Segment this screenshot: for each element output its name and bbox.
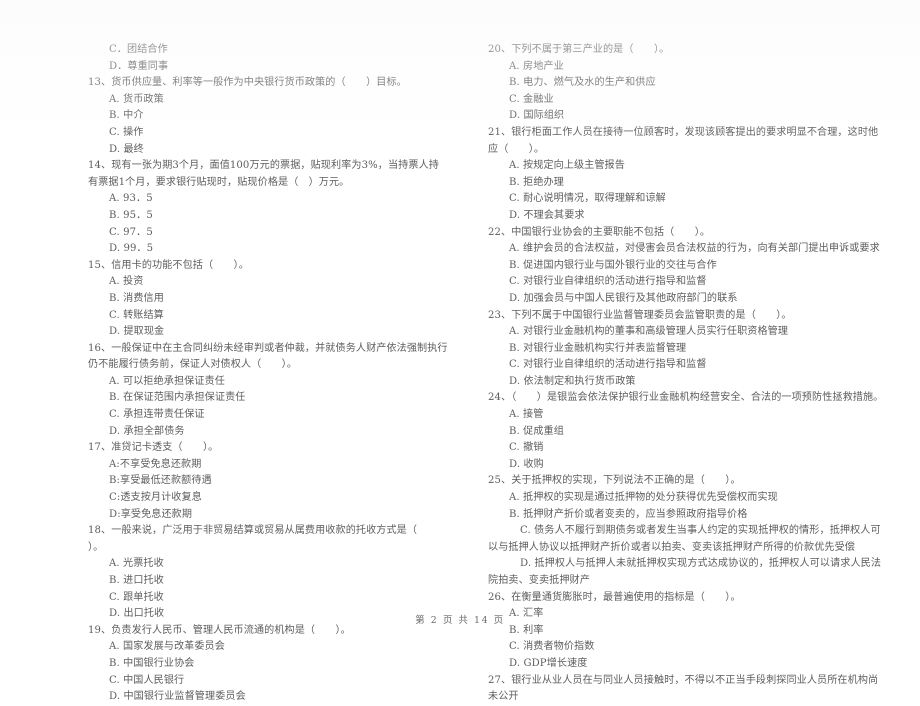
option-item: D. 国际组织 <box>509 110 565 122</box>
question-stem: 25、关于抵押权的实现，下列说法不正确的是（ ）。 <box>488 475 741 487</box>
option-item: A. 光票托收 <box>109 558 164 570</box>
option-item: A. 对银行业金融机构的董事和高级管理人员实行任职资格管理 <box>509 326 789 338</box>
question-block-q26: 26、在衡量通货膨胀时，最普遍使用的指标是（ ）。 A. 汇率 B. 利率 C.… <box>488 590 888 673</box>
right-column: 20、下列不属于第三产业的是（ ）。 A. 房地产业 B. 电力、燃气及水的生产… <box>488 42 888 706</box>
question-block-q21: 21、银行柜面工作人员在接待一位顾客时，发现该顾客提出的要求明显不合理，这时他应… <box>488 125 888 225</box>
question-stem: 16、一般保证中在主合同纠纷未经审判或者仲裁，并就债务人财产依法强制执行仍不能履… <box>88 342 448 371</box>
option-item: D. 最终 <box>109 143 144 155</box>
option-item: D. 提取现金 <box>109 326 165 338</box>
option-item: C. 撤销 <box>509 442 544 454</box>
option-item: D. GDP增长速度 <box>509 657 588 669</box>
question-block-q27: 27、银行业从业人员在与同业人员接触时，不得以不正当手段刺探同业人员所在机构尚未… <box>488 673 888 706</box>
question-stem: 21、银行柜面工作人员在接待一位顾客时，发现该顾客提出的要求明显不合理，这时他应… <box>488 126 879 155</box>
option-item: C. 中国人民银行 <box>109 674 185 686</box>
left-column: C．团结合作 D．尊重同事 13、货币供应量、利率等一般作为中央银行货币政策的（… <box>88 42 448 706</box>
question-stem: 17、准贷记卡透支（ ）。 <box>88 442 219 454</box>
option-item: A. 接管 <box>509 409 544 421</box>
scanned-page: C．团结合作 D．尊重同事 13、货币供应量、利率等一般作为中央银行货币政策的（… <box>0 0 920 702</box>
option-item: D. 承担全部债务 <box>109 425 185 437</box>
option-item: C. 金融业 <box>509 93 554 105</box>
option-item: A. 国家发展与改革委员会 <box>109 641 225 653</box>
question-stem: 26、在衡量通货膨胀时，最普遍使用的指标是（ ）。 <box>488 591 741 603</box>
option-item: C. 对银行业自律组织的活动进行指导和监督 <box>509 359 707 371</box>
question-block-q23: 23、下列不属于中国银行业监督管理委员会监管职责的是（ ）。 A. 对银行业金融… <box>488 308 888 391</box>
question-stem: 13、货币供应量、利率等一般作为中央银行货币政策的（ ）目标。 <box>88 77 407 89</box>
option-item: B. 促进国内银行业与国外银行业的交往与合作 <box>509 259 717 271</box>
option-item: B. 中介 <box>109 110 144 122</box>
option-item: C. 债务人不履行到期债务或者发生当事人约定的实现抵押权的情形，抵押权人可以与抵… <box>488 525 881 553</box>
option-item: D. 依法制定和执行货币政策 <box>509 375 636 387</box>
question-block-q15: 15、信用卡的功能不包括（ ）。 A. 投资 B. 消费信用 C. 转账结算 D… <box>88 258 448 341</box>
option-item: A. 房地产业 <box>509 60 564 72</box>
option-item: C. 对银行业自律组织的活动进行指导和监督 <box>509 276 707 288</box>
option-item: B. 95．5 <box>109 209 153 221</box>
option-item: C. 转账结算 <box>109 309 164 321</box>
question-stem: 18、一般来说，广泛用于非贸易结算或贸易从属费用收款的托收方式是（ ）。 <box>88 525 438 553</box>
question-block-q22: 22、中国银行业协会的主要职能不包括（ ）。 A. 维护会员的合法权益，对侵害会… <box>488 225 888 308</box>
option-item: B:享受最低还款额待遇 <box>109 475 212 487</box>
option-item: D. 抵押权人与抵押人未就抵押权实现方式达成协议的，抵押权人可以请求人民法院拍卖… <box>488 558 882 586</box>
option-item: C. 耐心说明情况，取得理解和谅解 <box>509 193 666 205</box>
question-stem: 24、（ ）是银监会依法保护银行业金融机构经营安全、合法的一项预防性拯救措施。 <box>488 392 884 404</box>
question-block-q13: 13、货币供应量、利率等一般作为中央银行货币政策的（ ）目标。 A. 货币政策 … <box>88 75 448 158</box>
option-item: B. 中国银行业协会 <box>109 657 195 669</box>
question-block-q25: 25、关于抵押权的实现，下列说法不正确的是（ ）。 A. 抵押权的实现是通过抵押… <box>488 473 888 589</box>
question-block-q17: 17、准贷记卡透支（ ）。 A:不享受免息还款期 B:享受最低还款额待遇 C:透… <box>88 440 448 523</box>
question-stem: 22、中国银行业协会的主要职能不包括（ ）。 <box>488 226 711 238</box>
page-footer: 第 2 页 共 14 页 <box>415 615 505 626</box>
question-stem: 14、现有一张为期3个月，面值100万元的票据，贴现利率为3%，当持票人持有票据… <box>88 160 439 188</box>
option-item: A:不享受免息还款期 <box>109 458 202 470</box>
option-item: A. 抵押权的实现是通过抵押物的处分获得优先受偿权而实现 <box>509 492 778 504</box>
question-stem: 20、下列不属于第三产业的是（ ）。 <box>488 44 670 55</box>
option-item: B. 促成重组 <box>509 425 564 437</box>
option-item: C. 承担连带责任保证 <box>109 409 205 421</box>
option-item: A. 可以拒绝承担保证责任 <box>109 375 225 387</box>
question-stem: 27、银行业从业人员在与同业人员接触时，不得以不正当手段刺探同业人员所在机构尚未… <box>488 674 879 703</box>
option-item: D. 收购 <box>509 458 544 470</box>
option-item: B. 进口托收 <box>109 575 164 586</box>
option-item: C. 消费者物价指数 <box>509 641 595 653</box>
option-item: D. 加强会员与中国人民银行及其他政府部门的联系 <box>509 292 738 304</box>
question-block-q19: 19、负责发行人民币、管理人民币流通的机构是（ ）。 A. 国家发展与改革委员会… <box>88 623 448 706</box>
option-item: A. 93．5 <box>109 193 153 205</box>
option-item: B. 在保证范围内承担保证责任 <box>109 392 246 404</box>
option-item: C．团结合作 <box>109 44 168 55</box>
question-block-q16: 16、一般保证中在主合同纠纷未经审判或者仲裁，并就债务人财产依法强制执行仍不能履… <box>88 341 448 441</box>
question-block-q24: 24、（ ）是银监会依法保护银行业金融机构经营安全、合法的一项预防性拯救措施。 … <box>488 390 888 473</box>
option-item: B. 消费信用 <box>109 292 164 304</box>
option-item: A. 投资 <box>109 276 144 288</box>
option-item: D. 不理会其要求 <box>509 209 585 221</box>
option-item: C. 操作 <box>109 126 144 138</box>
question-block-q12-tail: C．团结合作 D．尊重同事 <box>88 42 448 75</box>
option-item: A. 货币政策 <box>109 93 164 105</box>
option-item: B. 对银行业金融机构实行并表监督管理 <box>509 342 687 354</box>
option-item: B. 拒绝办理 <box>509 176 564 188</box>
option-item: A. 维护会员的合法权益，对侵害会员合法权益的行为，向有关部门提出申诉或要求 <box>509 243 880 255</box>
option-item: D．尊重同事 <box>109 60 169 72</box>
question-stem: 15、信用卡的功能不包括（ ）。 <box>88 259 249 271</box>
option-item: B. 电力、燃气及水的生产和供应 <box>509 77 656 89</box>
option-item: C. 97．5 <box>109 226 153 238</box>
question-block-q20: 20、下列不属于第三产业的是（ ）。 A. 房地产业 B. 电力、燃气及水的生产… <box>488 42 888 125</box>
option-item: C. 跟单托收 <box>109 591 164 603</box>
question-stem: 23、下列不属于中国银行业监督管理委员会监管职责的是（ ）。 <box>488 309 792 321</box>
option-item: C:透支按月计收复息 <box>109 492 202 504</box>
question-block-q18: 18、一般来说，广泛用于非贸易结算或贸易从属费用收款的托收方式是（ ）。 A. … <box>88 523 448 623</box>
option-item: A. 按规定向上级主管报告 <box>509 160 625 172</box>
option-item: D. 99．5 <box>109 243 154 255</box>
option-item: D:享受免息还款期 <box>109 508 193 520</box>
option-item: D. 中国银行业监督管理委员会 <box>109 691 246 703</box>
option-item: B. 抵押财产折价或者变卖的，应当参照政府指导价格 <box>509 508 748 520</box>
question-block-q14: 14、现有一张为期3个月，面值100万元的票据，贴现利率为3%，当持票人持有票据… <box>88 158 448 258</box>
